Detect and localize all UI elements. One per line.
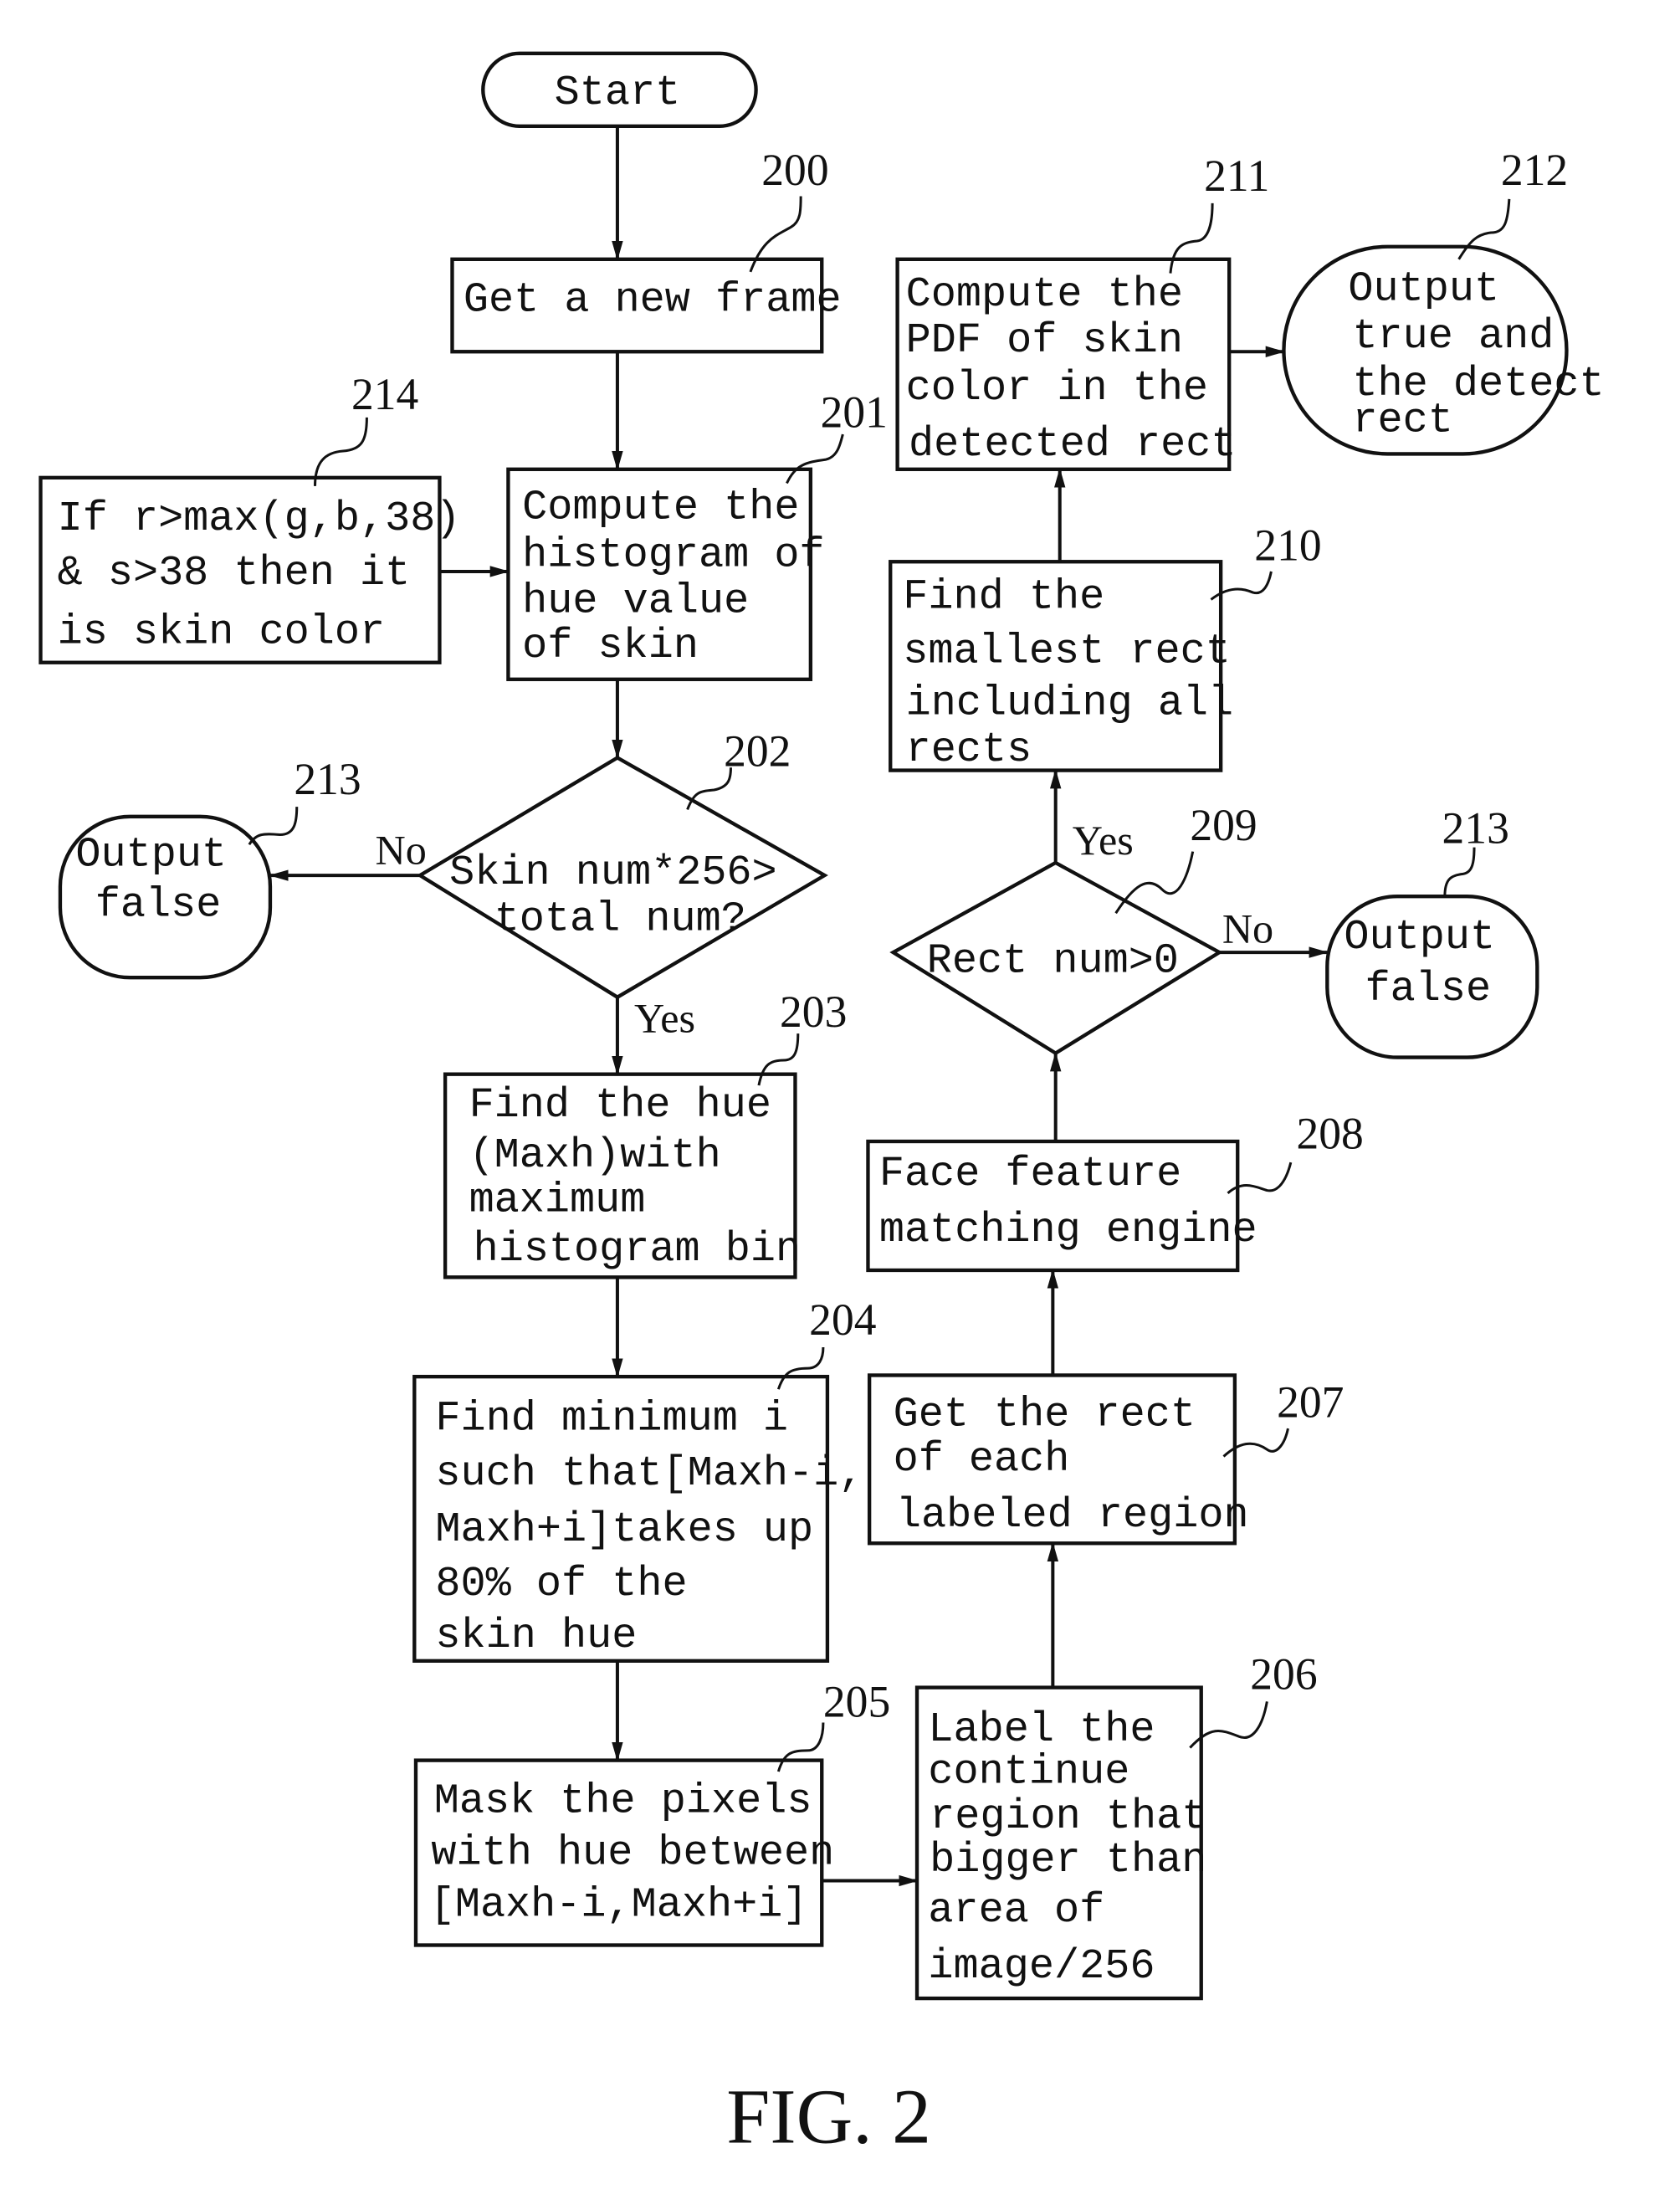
ref-206: 206 [1250, 1649, 1317, 1699]
ref-203: 203 [780, 987, 847, 1037]
ref-202: 202 [724, 726, 791, 777]
ref-211: 211 [1204, 151, 1269, 201]
ref-213b: 213 [1442, 803, 1509, 854]
ref-209: 209 [1190, 800, 1257, 850]
edge-label-209-no: No [1222, 905, 1273, 951]
ref-200: 200 [761, 145, 828, 195]
edge-label-202-no: No [375, 827, 426, 874]
ref-208: 208 [1297, 1108, 1364, 1158]
step-205-text: Mask the pixels with hue between [Maxh-i… [430, 1778, 860, 1930]
ref-204: 204 [809, 1295, 876, 1345]
decision-209-text: Rect num>0 [927, 938, 1179, 986]
ref-214: 214 [351, 369, 418, 419]
ref-207: 207 [1277, 1377, 1344, 1428]
figure-label: FIG. 2 [726, 2074, 931, 2160]
edge-label-202-yes: Yes [634, 994, 695, 1041]
edge-label-209-yes: Yes [1073, 817, 1134, 864]
decision-202-text: Skin num*256> total num? [449, 849, 802, 943]
ref-212: 212 [1501, 145, 1568, 195]
step-200-text: Get a new frame [464, 277, 842, 325]
flowchart: 200 201 214 202 213 203 204 205 206 207 … [38, 51, 1605, 2160]
ref-213a: 213 [294, 754, 361, 804]
ref-205: 205 [823, 1677, 890, 1727]
ref-210: 210 [1254, 520, 1321, 571]
start-label: Start [555, 69, 681, 117]
ref-201: 201 [821, 387, 888, 438]
step-211-text: Compute the PDF of skin color in the det… [906, 271, 1237, 469]
